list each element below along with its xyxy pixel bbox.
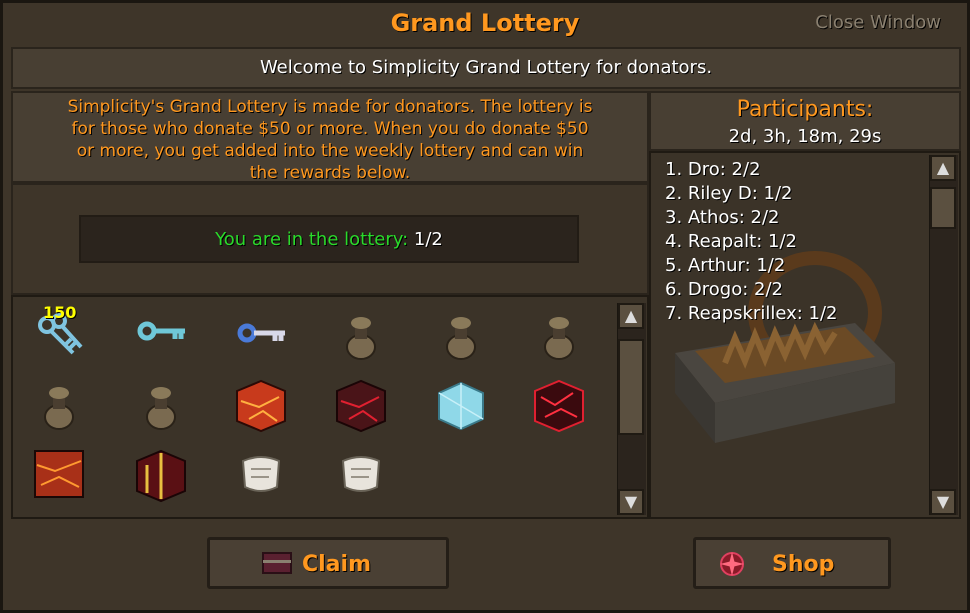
pouch-icon: [544, 317, 574, 360]
reward-quantity: 150: [43, 303, 77, 322]
key-icon: [237, 323, 285, 343]
rewards-grid: 150 ▲ ▼: [11, 295, 649, 519]
reward-slot[interactable]: [27, 441, 91, 505]
participant-entry: 7. Reapskrillex: 1/2: [665, 303, 838, 324]
participant-entry: 3. Athos: 2/2: [665, 207, 780, 228]
dark-lava-box-icon: [336, 379, 386, 433]
scroll-up-button[interactable]: ▲: [930, 155, 956, 181]
reward-slot[interactable]: [329, 441, 393, 505]
participants-list: 1. Dro: 2/2 2. Riley D: 1/2 3. Athos: 2/…: [649, 151, 961, 519]
description-line: Simplicity's Grand Lottery is made for d…: [67, 97, 593, 117]
participant-entry: 4. Reapalt: 1/2: [665, 231, 797, 252]
description-panel: Simplicity's Grand Lottery is made for d…: [11, 91, 649, 183]
description-line: for those who donate $50 or more. When y…: [71, 119, 589, 139]
welcome-banner: Welcome to Simplicity Grand Lottery for …: [11, 47, 961, 89]
close-window-button[interactable]: Close Window: [815, 12, 941, 33]
reward-slot[interactable]: [129, 441, 193, 505]
lava-cube-icon: [34, 450, 84, 498]
description-text: Simplicity's Grand Lottery is made for d…: [19, 96, 641, 184]
pouch-icon: [146, 387, 176, 430]
pouch-icon: [44, 387, 74, 430]
shop-label: Shop: [772, 552, 835, 577]
scroll-icon: [241, 456, 281, 492]
reward-slot[interactable]: [27, 371, 91, 435]
reward-slot[interactable]: [429, 301, 493, 365]
participant-entry: 5. Arthur: 1/2: [665, 255, 786, 276]
chest-icon: [262, 552, 292, 574]
participant-entry: 6. Drogo: 2/2: [665, 279, 783, 300]
scroll-up-button[interactable]: ▲: [618, 303, 644, 329]
blood-box-icon: [534, 379, 584, 433]
scroll-thumb[interactable]: [618, 339, 644, 435]
crystal-key-icon: [137, 321, 185, 341]
participant-entry: 1. Dro: 2/2: [665, 159, 761, 180]
shop-button[interactable]: Shop: [693, 537, 891, 589]
claim-label: Claim: [302, 552, 371, 577]
reward-slot[interactable]: [229, 441, 293, 505]
participants-header: Participants: 2d, 3h, 18m, 29s: [649, 91, 961, 151]
reward-slot[interactable]: [527, 371, 591, 435]
reward-slot[interactable]: [329, 371, 393, 435]
reward-slot[interactable]: [329, 301, 393, 365]
status-label: You are in the lottery:: [215, 229, 409, 250]
reward-slot[interactable]: [429, 371, 493, 435]
reward-slot[interactable]: [129, 371, 193, 435]
participant-entry: 2. Riley D: 1/2: [665, 183, 793, 204]
pouch-icon: [446, 317, 476, 360]
lava-box-icon: [236, 379, 286, 433]
scroll-down-button[interactable]: ▼: [930, 489, 956, 515]
scroll-down-button[interactable]: ▼: [618, 489, 644, 515]
participants-scrollbar[interactable]: ▲ ▼: [929, 155, 958, 515]
title-bar: Grand Lottery Close Window: [3, 3, 967, 45]
lottery-status-box: You are in the lottery: 1/2: [79, 215, 579, 263]
grand-lottery-window: Grand Lottery Close Window Welcome to Si…: [0, 0, 970, 613]
description-line: the rewards below.: [249, 163, 411, 183]
reward-slot[interactable]: [129, 301, 193, 365]
scroll-thumb[interactable]: [930, 187, 956, 229]
participants-timer: 2d, 3h, 18m, 29s: [728, 126, 882, 147]
participants-title: Participants:: [736, 97, 874, 122]
description-line: or more, you get added into the weekly l…: [76, 141, 584, 161]
ice-box-icon: [438, 381, 484, 431]
status-area: You are in the lottery: 1/2: [11, 183, 649, 295]
gold-box-icon: [136, 449, 186, 503]
scroll-icon: [341, 456, 381, 492]
pouch-icon: [346, 317, 376, 360]
compass-icon: [720, 552, 744, 576]
reward-slot[interactable]: [229, 301, 293, 365]
status-value: 1/2: [413, 229, 443, 250]
claim-button[interactable]: Claim: [207, 537, 449, 589]
reward-slot[interactable]: [527, 301, 591, 365]
lottery-status: You are in the lottery: 1/2: [81, 229, 577, 250]
rewards-scrollbar[interactable]: ▲ ▼: [617, 303, 646, 515]
welcome-text: Welcome to Simplicity Grand Lottery for …: [259, 57, 713, 78]
reward-slot[interactable]: 150: [27, 301, 91, 365]
reward-slot[interactable]: [229, 371, 293, 435]
